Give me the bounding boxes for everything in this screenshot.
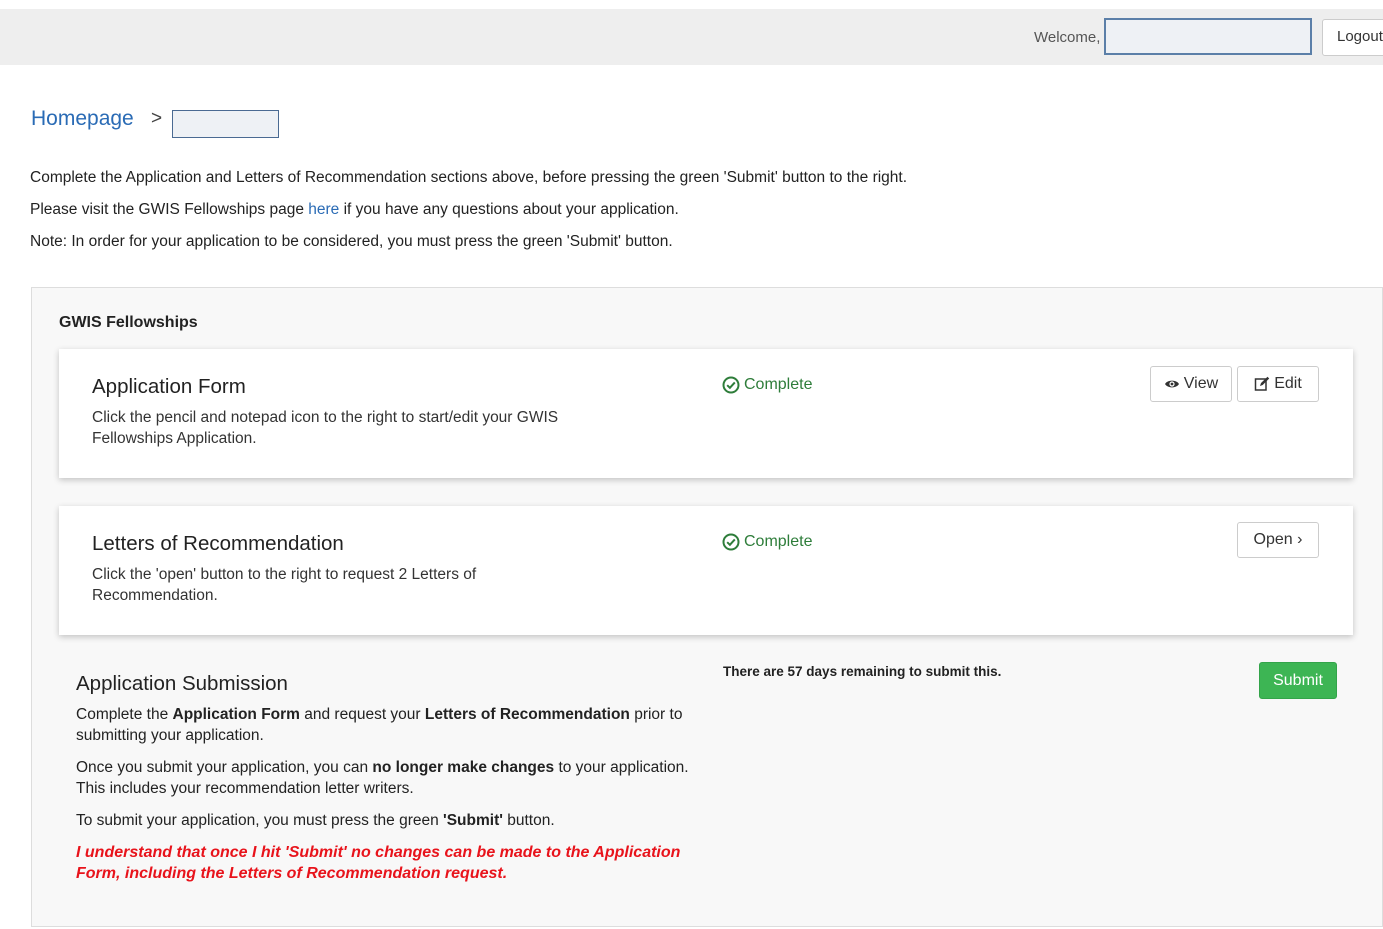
application-form-status: Complete bbox=[722, 376, 812, 394]
edit-button-label: Edit bbox=[1274, 375, 1302, 392]
submission-title: Application Submission bbox=[76, 672, 288, 695]
letters-status: Complete bbox=[722, 533, 812, 551]
welcome-label: Welcome, bbox=[1034, 29, 1101, 46]
breadcrumb-homepage-link[interactable]: Homepage bbox=[31, 107, 134, 131]
p1-bold-application-form: Application Form bbox=[172, 706, 300, 723]
view-button[interactable]: View bbox=[1150, 366, 1232, 402]
application-form-card: Application Form Click the pencil and no… bbox=[59, 349, 1353, 478]
submission-paragraph-2: Once you submit your application, you ca… bbox=[76, 757, 716, 799]
view-button-label: View bbox=[1183, 375, 1219, 392]
submit-button[interactable]: Submit bbox=[1259, 662, 1337, 699]
intro-line-1: Complete the Application and Letters of … bbox=[30, 169, 908, 186]
p2-bold: no longer make changes bbox=[372, 759, 555, 776]
check-circle-icon bbox=[722, 533, 740, 551]
days-remaining: There are 57 days remaining to submit th… bbox=[723, 664, 1002, 679]
intro-line-3: Note: In order for your application to b… bbox=[30, 233, 673, 250]
p1-text: Complete the bbox=[76, 706, 173, 723]
application-form-description: Click the pencil and notepad icon to the… bbox=[92, 409, 559, 447]
eye-icon bbox=[1164, 380, 1179, 388]
p1-bold-letters: Letters of Recommendation bbox=[424, 706, 630, 723]
logout-button[interactable]: Logout bbox=[1322, 19, 1383, 56]
letters-description: Click the 'open' button to the right to … bbox=[92, 566, 477, 604]
p3-text-2: button. bbox=[502, 812, 555, 829]
panel-title: GWIS Fellowships bbox=[59, 314, 198, 331]
letters-title: Letters of Recommendation bbox=[92, 532, 344, 555]
breadcrumb-separator: > bbox=[151, 108, 163, 129]
p3-bold: 'Submit' bbox=[443, 812, 503, 829]
p3-text: To submit your application, you must pre… bbox=[76, 812, 444, 829]
intro-line-2: Please visit the GWIS Fellowships page h… bbox=[30, 201, 679, 219]
letters-status-text: Complete bbox=[744, 533, 813, 550]
submission-paragraph-3: To submit your application, you must pre… bbox=[76, 810, 716, 831]
edit-icon bbox=[1254, 376, 1270, 391]
application-form-title: Application Form bbox=[92, 375, 246, 398]
intro-line-2-text: Please visit the GWIS Fellowships page bbox=[30, 201, 309, 218]
p2-text: Once you submit your application, you ca… bbox=[76, 759, 373, 776]
here-link[interactable]: here bbox=[308, 201, 339, 218]
submission-paragraph-1: Complete the Application Form and reques… bbox=[76, 704, 716, 746]
application-form-status-text: Complete bbox=[744, 376, 813, 393]
p1-text-2: and request your bbox=[299, 706, 425, 723]
submission-warning: I understand that once I hit 'Submit' no… bbox=[76, 844, 681, 882]
breadcrumb-current-redacted bbox=[172, 110, 279, 138]
check-circle-icon bbox=[722, 376, 740, 394]
edit-button[interactable]: Edit bbox=[1237, 366, 1319, 402]
username-redacted bbox=[1104, 18, 1312, 55]
open-button[interactable]: Open › bbox=[1237, 522, 1319, 558]
intro-line-2-text-end: if you have any questions about your app… bbox=[339, 201, 679, 218]
letters-card: Letters of Recommendation Click the 'ope… bbox=[59, 506, 1353, 635]
